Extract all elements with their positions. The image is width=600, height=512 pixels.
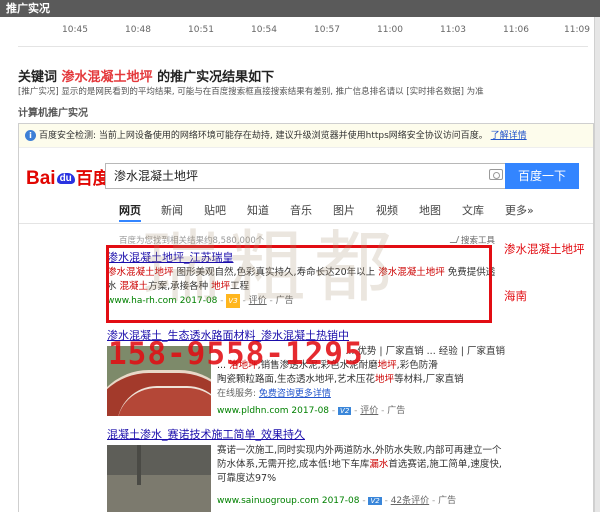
filter-icon	[449, 236, 460, 243]
timeline-tick: 11:06	[503, 25, 529, 35]
tab-more[interactable]: 更多»	[505, 202, 534, 218]
verified-badge-icon: V2	[338, 407, 352, 415]
section-label: 计算机推广实况	[18, 108, 88, 119]
result-url[interactable]: www.sainuogroup.com	[217, 496, 319, 506]
security-warning-text: 百度安全检测: 当前上网设备使用的网络环境可能存在劫持, 建议升级浏览器并使用h…	[39, 131, 488, 141]
result-date: 2017-08	[321, 496, 360, 506]
online-service-label: 在线服务:	[217, 389, 259, 399]
timeline-axis: 10:45 10:48 10:51 10:54 10:57 11:00 11:0…	[18, 17, 590, 47]
report-title-suffix: 的推广实况结果如下	[157, 70, 275, 85]
result-snippet: 赛诺一次施工,同时实现内外两道防水,外防水失败,内部可再建立一个	[217, 445, 502, 456]
side-annotation-region: 海南	[504, 289, 527, 303]
timeline-tick: 10:48	[125, 25, 151, 35]
scrollbar[interactable]	[594, 17, 600, 512]
ad-label: 广告	[438, 496, 457, 506]
timeline-tick: 10:45	[62, 25, 88, 35]
result-date: 2017-08	[291, 406, 330, 416]
timeline-tick: 11:09	[564, 25, 590, 35]
tab-map[interactable]: 地图	[419, 202, 441, 218]
tab-web[interactable]: 网页	[119, 202, 141, 222]
timeline-tick: 10:57	[314, 25, 340, 35]
paw-icon: du	[56, 173, 75, 184]
result-meta: www.sainuogroup.com 2017-08 - V2 - 42条评价…	[217, 496, 457, 506]
report-note: [推广实况] 显示的是网民看到的平均结果, 可能与在百度搜索框直接搜索结果有差别…	[18, 87, 484, 97]
side-annotation-keyword: 渗水混凝土地坪	[504, 242, 585, 256]
result-snippet: 可靠度达97%	[217, 473, 277, 484]
timeline-tick: 10:51	[188, 25, 214, 35]
search-button[interactable]: 百度一下	[505, 163, 579, 189]
result-title-link[interactable]: 混凝土渗水_赛诺技术施工简单_效果持久	[107, 426, 305, 442]
camera-icon[interactable]	[489, 169, 503, 180]
evaluation-link[interactable]: 42条评价	[391, 496, 429, 506]
consult-link[interactable]: 免费咨询更多详情	[259, 389, 331, 399]
ad-result-3-body: 赛诺一次施工,同时实现内外两道防水,外防水失败,内部可再建立一个 防水体系,无需…	[217, 444, 505, 486]
learn-more-link[interactable]: 了解详情	[491, 131, 527, 141]
search-query: 渗水混凝土地坪	[114, 169, 199, 183]
ad-label: 广告	[387, 406, 406, 416]
result-thumbnail[interactable]	[107, 445, 211, 512]
highlight-term: 漏水	[369, 459, 389, 470]
evaluation-link[interactable]: 评价	[360, 406, 378, 416]
panel-title-bar: 推广实况	[0, 0, 600, 17]
search-input[interactable]: 渗水混凝土地坪	[105, 163, 509, 189]
timeline-tick: 10:54	[251, 25, 277, 35]
logo-text: Bai	[26, 168, 56, 189]
panel-title: 推广实况	[6, 2, 50, 15]
search-preview-frame: i 百度安全检测: 当前上网设备使用的网络环境可能存在劫持, 建议升级浏览器并使用…	[18, 123, 594, 512]
phone-overlay: 158-9558-1295	[108, 336, 364, 372]
tab-wenku[interactable]: 文库	[462, 202, 484, 218]
result-snippet: 防水体系,无需开挖,成本低!地下车库	[217, 459, 370, 470]
info-icon: i	[25, 130, 36, 141]
result-snippet: 陶瓷颗粒路面,生态透水地坪,艺术压花	[217, 374, 376, 385]
result-url[interactable]: www.pldhn.com	[217, 406, 289, 416]
timeline-tick: 11:03	[440, 25, 466, 35]
report-title-prefix: 关键词	[18, 70, 58, 85]
result-snippet: 首选赛诺,施工简单,速度快,	[388, 459, 502, 470]
baidu-logo[interactable]: Bai du 百度	[26, 164, 110, 190]
highlight-term: 地坪	[375, 374, 395, 385]
highlight-term: 地坪	[377, 360, 397, 371]
result-snippet: ,彩色防滑	[396, 360, 438, 371]
timeline-tick: 11:00	[377, 25, 403, 35]
verified-badge-icon: V2	[368, 497, 382, 505]
security-warning-bar: i 百度安全检测: 当前上网设备使用的网络环境可能存在劫持, 建议升级浏览器并使用…	[19, 124, 593, 148]
report-keyword: 渗水混凝土地坪	[61, 70, 153, 85]
result-meta: www.pldhn.com 2017-08 - V2 - 评价 - 广告	[217, 406, 406, 416]
result-snippet: 等材料,厂家直销	[394, 374, 464, 385]
watermark-stamp: 瑞粗都	[142, 223, 401, 313]
report-title: 关键词 渗水混凝土地坪 的推广实况结果如下	[18, 66, 274, 85]
